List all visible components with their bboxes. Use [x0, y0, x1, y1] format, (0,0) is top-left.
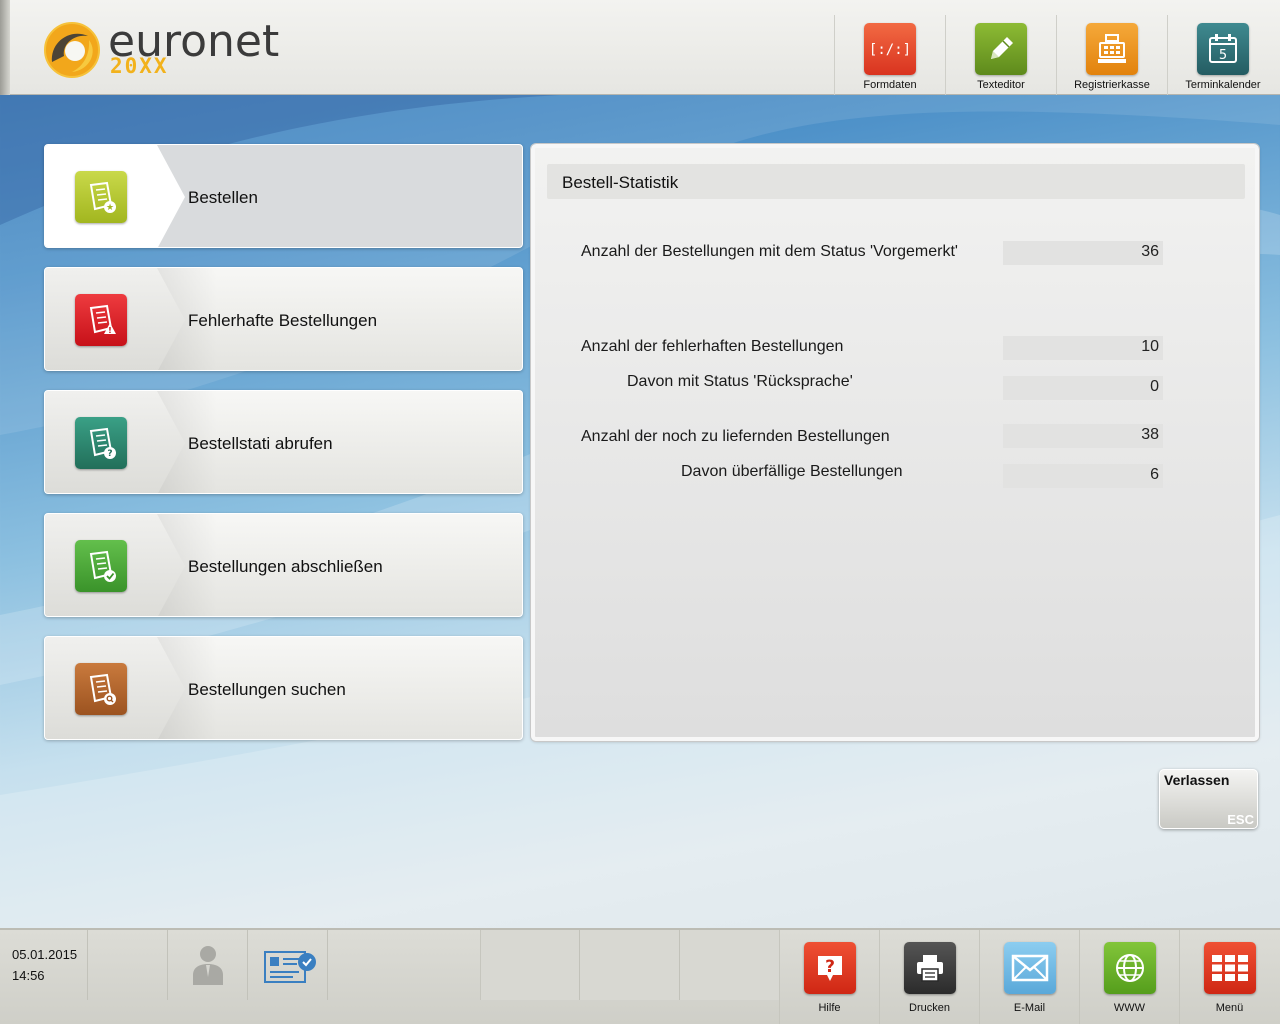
stat-label-ueberfaellig: Davon überfällige Bestellungen: [681, 463, 903, 480]
footer-bar: 05.01.2015 14:56 ? Hilfe Drucken E-Mail …: [0, 928, 1280, 1024]
menu-item-bestellungen-suchen[interactable]: Bestellungen suchen: [44, 636, 523, 740]
menu-item-bestellungen-abschliessen[interactable]: Bestellungen abschließen: [44, 513, 523, 617]
menu-label: Menü: [1215, 1002, 1244, 1014]
print-button[interactable]: Drucken: [879, 930, 979, 1024]
menu-item-fehlerhafte-bestellungen[interactable]: ! Fehlerhafte Bestellungen: [44, 267, 523, 371]
panel-header: Bestell-Statistik: [547, 164, 1245, 199]
footer-spacer: [328, 930, 480, 1000]
pencil-icon: [975, 23, 1027, 75]
svg-text:?: ?: [825, 957, 835, 977]
order-statistics-panel: Bestell-Statistik Anzahl der Bestellunge…: [531, 144, 1259, 741]
order-error-icon: !: [75, 294, 127, 346]
cash-register-icon: [1086, 23, 1138, 75]
svg-text:[:/:]: [:/:]: [870, 42, 910, 58]
exit-shortcut: ESC: [1227, 812, 1254, 827]
footer-time: 14:56: [12, 968, 45, 983]
menu-label-bestellstati: Bestellstati abrufen: [188, 434, 333, 453]
footer-empty-slot-3: [680, 930, 780, 1000]
registrierkasse-label: Registrierkasse: [1074, 79, 1150, 91]
formdaten-label: Formdaten: [863, 79, 917, 91]
svg-text:★: ★: [106, 203, 114, 213]
menu-grid-icon: [1203, 942, 1256, 994]
order-search-icon: [75, 663, 127, 715]
help-label: Hilfe: [818, 1002, 841, 1014]
svg-text:!: !: [108, 326, 112, 335]
order-menu: ★ Bestellen ! Fehlerhafte Bestellungen ?…: [44, 144, 523, 759]
stat-value-ueberfaellig: 6: [1003, 464, 1163, 488]
logo-subtitle: 20XX: [110, 54, 169, 78]
menu-label-abschliessen: Bestellungen abschließen: [188, 557, 383, 576]
order-new-icon: ★: [75, 171, 127, 223]
form-data-icon: [:/:]: [864, 23, 916, 75]
www-button[interactable]: WWW: [1079, 930, 1179, 1024]
footer-empty-cell: [88, 930, 168, 1000]
stat-label-vorgemerkt: Anzahl der Bestellungen mit dem Status '…: [581, 243, 958, 260]
calendar-day-number: 5: [1219, 48, 1227, 63]
help-button[interactable]: ? Hilfe: [779, 930, 879, 1024]
order-complete-icon: [75, 540, 127, 592]
texteditor-button[interactable]: Texteditor: [945, 15, 1056, 95]
datetime-cell: 05.01.2015 14:56: [0, 930, 88, 1000]
terminkalender-button[interactable]: 5 Terminkalender: [1167, 15, 1278, 95]
footer-date: 05.01.2015: [12, 947, 78, 962]
footer-empty-slot-2: [580, 930, 680, 1000]
footer-empty-slot-1: [480, 930, 580, 1000]
stat-label-zu-liefern: Anzahl der noch zu liefernden Bestellung…: [581, 428, 890, 445]
stat-label-ruecksprache: Davon mit Status 'Rücksprache': [627, 373, 853, 390]
stat-value-vorgemerkt: 36: [1003, 241, 1163, 265]
logo-swirl-icon: [44, 22, 100, 78]
print-label: Drucken: [909, 1002, 950, 1014]
registrierkasse-button[interactable]: Registrierkasse: [1056, 15, 1167, 95]
printer-icon: [903, 942, 956, 994]
menu-item-bestellstati-abrufen[interactable]: ? Bestellstati abrufen: [44, 390, 523, 494]
stat-label-fehlerhafte: Anzahl der fehlerhaften Bestellungen: [581, 338, 844, 355]
help-icon: ?: [803, 942, 856, 994]
mail-icon: [1003, 942, 1056, 994]
panel-title: Bestell-Statistik: [562, 173, 679, 192]
svg-text:?: ?: [107, 449, 112, 459]
email-button[interactable]: E-Mail: [979, 930, 1079, 1024]
top-toolbar: [:/:] Formdaten Texteditor Registrierkas…: [834, 15, 1278, 95]
texteditor-label: Texteditor: [977, 79, 1025, 91]
exit-button[interactable]: Verlassen ESC: [1159, 769, 1258, 829]
header-edge: [0, 0, 10, 95]
user-icon: [193, 946, 223, 985]
formdaten-button[interactable]: [:/:] Formdaten: [834, 15, 945, 95]
header-bar: euronet 20XX [:/:] Formdaten Texteditor: [0, 0, 1280, 95]
exit-label: Verlassen: [1164, 772, 1230, 788]
terminkalender-label: Terminkalender: [1185, 79, 1261, 91]
calendar-icon: 5: [1197, 23, 1249, 75]
stat-value-fehlerhafte: 10: [1003, 336, 1163, 360]
menu-button[interactable]: Menü: [1179, 930, 1279, 1024]
app-logo: euronet 20XX: [44, 16, 304, 80]
user-button[interactable]: [168, 930, 248, 1000]
www-label: WWW: [1113, 1002, 1146, 1014]
checklist-screen-icon: [264, 951, 316, 983]
menu-label-fehlerhafte: Fehlerhafte Bestellungen: [188, 311, 378, 330]
email-label: E-Mail: [1013, 1002, 1046, 1014]
stat-value-ruecksprache: 0: [1003, 376, 1163, 400]
menu-label-bestellen: Bestellen: [188, 188, 258, 207]
menu-label-suchen: Bestellungen suchen: [188, 680, 346, 699]
order-status-icon: ?: [75, 417, 127, 469]
stat-value-zu-liefern: 38: [1003, 424, 1163, 448]
menu-item-bestellen[interactable]: ★ Bestellen: [44, 144, 523, 248]
globe-icon: [1103, 942, 1156, 994]
checklist-button[interactable]: [248, 930, 328, 1000]
